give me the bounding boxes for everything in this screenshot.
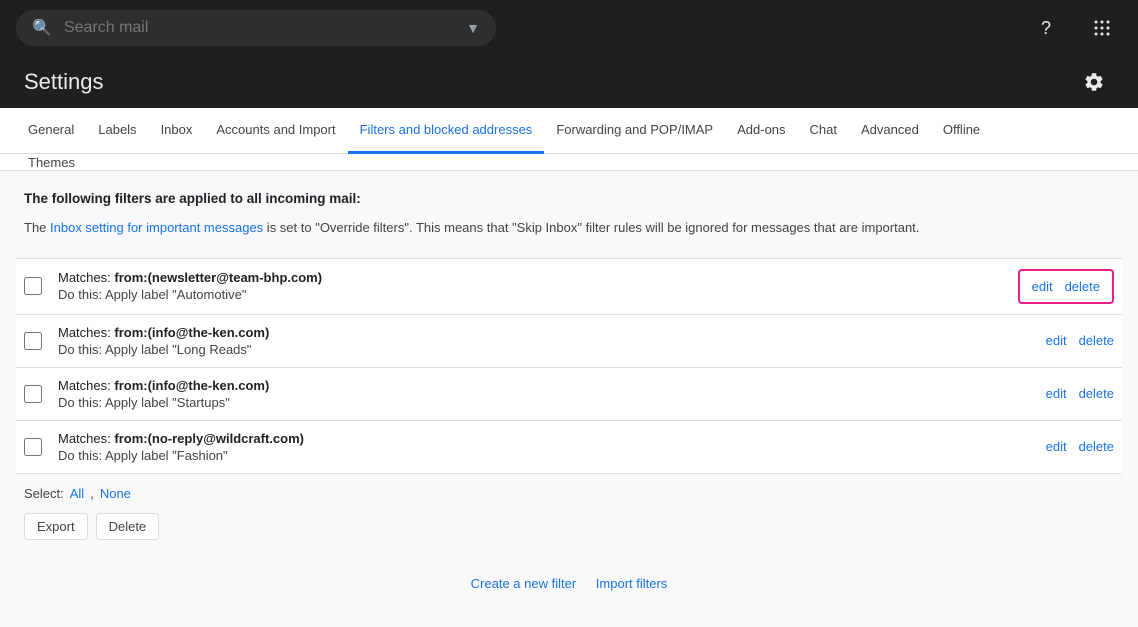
- content-area: The following filters are applied to all…: [0, 171, 1138, 627]
- filter-edit-3[interactable]: edit: [1046, 386, 1067, 401]
- settings-panel: General Labels Inbox Accounts and Import…: [0, 108, 1138, 627]
- tab-addons[interactable]: Add-ons: [725, 108, 797, 154]
- filter-action-3: Do this: Apply label "Startups": [58, 395, 1046, 410]
- inbox-setting-link[interactable]: Inbox setting for important messages: [50, 220, 263, 235]
- tabs-row-1: General Labels Inbox Accounts and Import…: [0, 108, 1138, 154]
- tab-advanced[interactable]: Advanced: [849, 108, 931, 154]
- filter-checkbox-2[interactable]: [24, 332, 42, 350]
- filter-actions-2: edit delete: [1046, 333, 1114, 348]
- tab-offline[interactable]: Offline: [931, 108, 992, 154]
- search-container: 🔍 ▼: [16, 10, 496, 46]
- delete-button[interactable]: Delete: [96, 513, 160, 540]
- filter-delete-3[interactable]: delete: [1079, 386, 1114, 401]
- filter-content-1: Matches: from:(newsletter@team-bhp.com) …: [58, 270, 1018, 302]
- bottom-links: Create a new filter Import filters: [24, 560, 1114, 607]
- search-input[interactable]: [64, 19, 454, 37]
- filter-row: Matches: from:(info@the-ken.com) Do this…: [16, 315, 1122, 368]
- create-filter-link[interactable]: Create a new filter: [471, 576, 577, 591]
- filter-matches-1: Matches: from:(newsletter@team-bhp.com): [58, 270, 1018, 285]
- settings-title: Settings: [24, 69, 104, 95]
- export-button[interactable]: Export: [24, 513, 88, 540]
- tab-forwarding[interactable]: Forwarding and POP/IMAP: [544, 108, 725, 154]
- info-text-prefix: The: [24, 220, 50, 235]
- tab-filters[interactable]: Filters and blocked addresses: [348, 108, 545, 154]
- filter-action-2: Do this: Apply label "Long Reads": [58, 342, 1046, 357]
- select-label: Select:: [24, 486, 64, 501]
- filter-delete-1[interactable]: delete: [1065, 279, 1100, 294]
- settings-gear-button[interactable]: [1074, 62, 1114, 102]
- filter-actions-3: edit delete: [1046, 386, 1114, 401]
- tab-chat[interactable]: Chat: [798, 108, 849, 154]
- select-all-link[interactable]: All: [70, 486, 84, 501]
- filter-row: Matches: from:(no-reply@wildcraft.com) D…: [16, 421, 1122, 474]
- filters-table: Matches: from:(newsletter@team-bhp.com) …: [24, 258, 1114, 474]
- filter-action-1: Do this: Apply label "Automotive": [58, 287, 1018, 302]
- tab-labels[interactable]: Labels: [86, 108, 148, 154]
- filter-edit-4[interactable]: edit: [1046, 439, 1067, 454]
- search-icon: 🔍: [32, 18, 52, 38]
- filter-action-4: Do this: Apply label "Fashion": [58, 448, 1046, 463]
- tab-accounts-import[interactable]: Accounts and Import: [204, 108, 347, 154]
- filter-checkbox-4[interactable]: [24, 438, 42, 456]
- filter-matches-3: Matches: from:(info@the-ken.com): [58, 378, 1046, 393]
- filter-delete-2[interactable]: delete: [1079, 333, 1114, 348]
- filter-edit-2[interactable]: edit: [1046, 333, 1067, 348]
- top-bar-right: ?: [1026, 8, 1122, 48]
- settings-header: Settings: [0, 56, 1138, 108]
- filter-row: Matches: from:(newsletter@team-bhp.com) …: [16, 258, 1122, 315]
- filter-actions-1: edit delete: [1018, 269, 1114, 304]
- select-row: Select: All, None: [24, 474, 1114, 513]
- filter-matches-4: Matches: from:(no-reply@wildcraft.com): [58, 431, 1046, 446]
- filter-row: Matches: from:(info@the-ken.com) Do this…: [16, 368, 1122, 421]
- help-button[interactable]: ?: [1026, 8, 1066, 48]
- top-bar: 🔍 ▼ ?: [0, 0, 1138, 56]
- info-text: The Inbox setting for important messages…: [24, 218, 1114, 238]
- filter-checkbox-1[interactable]: [24, 277, 42, 295]
- search-dropdown-icon[interactable]: ▼: [466, 20, 480, 36]
- tab-themes[interactable]: Themes: [16, 145, 87, 183]
- filter-edit-1[interactable]: edit: [1032, 279, 1053, 294]
- filter-content-4: Matches: from:(no-reply@wildcraft.com) D…: [58, 431, 1046, 463]
- tabs-row-2: Themes: [0, 154, 1138, 171]
- filter-checkbox-3[interactable]: [24, 385, 42, 403]
- filters-heading: The following filters are applied to all…: [24, 191, 1114, 206]
- filter-actions-4: edit delete: [1046, 439, 1114, 454]
- select-none-link[interactable]: None: [100, 486, 131, 501]
- apps-button[interactable]: [1082, 8, 1122, 48]
- filter-content-3: Matches: from:(info@the-ken.com) Do this…: [58, 378, 1046, 410]
- filter-content-2: Matches: from:(info@the-ken.com) Do this…: [58, 325, 1046, 357]
- info-text-suffix: is set to "Override filters". This means…: [263, 220, 919, 235]
- filter-matches-2: Matches: from:(info@the-ken.com): [58, 325, 1046, 340]
- import-filters-link[interactable]: Import filters: [596, 576, 668, 591]
- filter-delete-4[interactable]: delete: [1079, 439, 1114, 454]
- tab-inbox[interactable]: Inbox: [149, 108, 205, 154]
- btn-group: Export Delete: [24, 513, 1114, 540]
